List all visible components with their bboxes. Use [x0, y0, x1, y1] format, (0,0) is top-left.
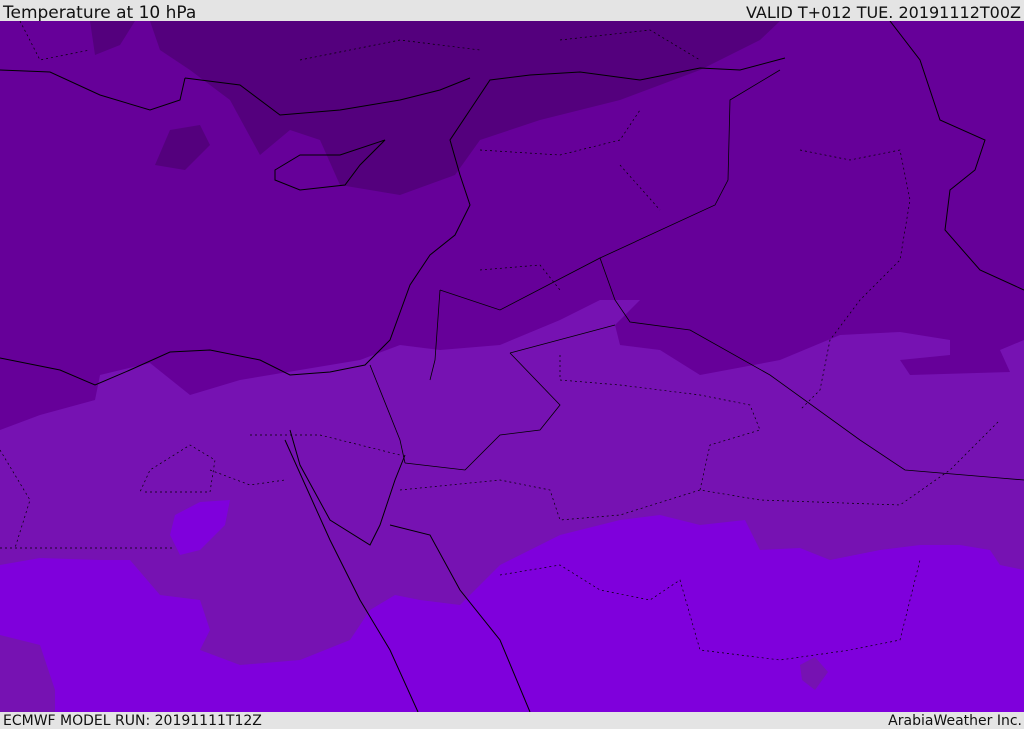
model-run: ECMWF MODEL RUN: 20191111T12Z	[3, 713, 262, 729]
map-title: Temperature at 10 hPa	[3, 3, 197, 23]
temperature-map	[0, 21, 1024, 712]
footer-bar: ECMWF MODEL RUN: 20191111T12Z ArabiaWeat…	[0, 712, 1024, 729]
credit-text: ArabiaWeather Inc.	[888, 713, 1022, 729]
header-bar: Temperature at 10 hPa VALID T+012 TUE. 2…	[0, 0, 1024, 23]
valid-time: VALID T+012 TUE. 20191112T00Z	[745, 3, 1021, 22]
